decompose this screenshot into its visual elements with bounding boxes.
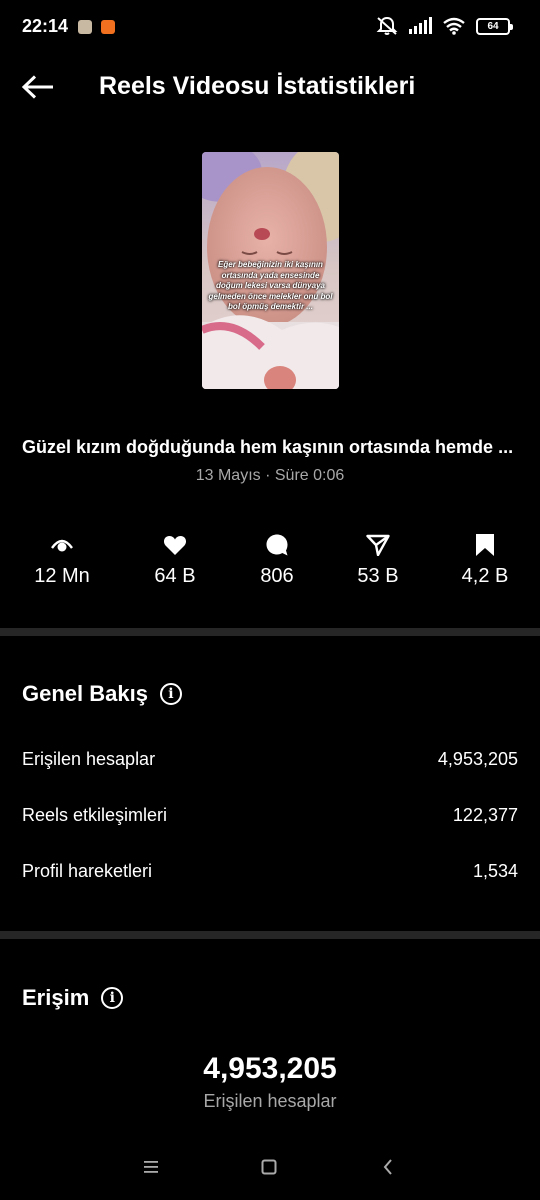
thumbnail-caption: Eğer bebeğinizin iki kaşının ortasında y… [208,260,333,311]
chevron-left-icon [383,1159,392,1175]
reel-meta: 13 Mayıs · Süre 0:06 [195,467,345,484]
home-button[interactable] [249,1152,289,1182]
overview-row[interactable]: Profil hareketleri 1,534 [22,857,518,885]
metric-value: 806 [260,565,294,587]
row-label: Reels etkileşimleri [22,804,168,825]
wifi-icon [443,17,465,35]
metric-saves: 4,2 B [435,532,535,588]
reel-caption: Güzel kızım doğduğunda hem kaşının ortas… [22,437,514,457]
status-bar: 22:14 64 [0,0,540,56]
arrow-left-icon [21,75,53,99]
notifications-muted-icon [376,16,398,35]
gallery-notification-icon [78,20,92,34]
system-back-button[interactable] [368,1152,408,1182]
metric-value: 64 B [154,565,196,587]
metric-value: 12 Mn [34,565,90,587]
row-value: 4,953,205 [437,748,518,769]
metric-value: 4,2 B [461,565,509,587]
bookmark-icon [476,534,494,556]
battery-icon: 64 [476,17,513,35]
reach-title-text: Erişim [22,985,90,1010]
header: Reels Videosu İstatistikleri [0,56,540,118]
reach-label: Erişilen hesaplar [203,1091,337,1111]
share-icon [366,534,390,556]
eye-icon [51,539,73,552]
row-label: Profil hareketleri [22,860,153,881]
row-value: 122,377 [452,804,518,825]
system-nav-bar [0,1134,540,1200]
section-divider [0,628,540,636]
metric-likes: 64 B [125,532,225,588]
reach-number: 4,953,205 [203,1052,337,1085]
back-button[interactable] [18,70,58,104]
overview-row[interactable]: Reels etkileşimleri 122,377 [22,801,518,829]
metric-views: 12 Mn [12,532,112,588]
reach-title: Erişim i [22,985,124,1011]
recents-button[interactable] [131,1152,171,1182]
home-square-icon [261,1159,277,1175]
overview-title-text: Genel Bakış [22,681,148,706]
section-divider [0,931,540,939]
signal-icon [409,17,432,34]
engagement-metrics: 12 Mn 64 B 806 53 B 4,2 B [0,532,540,592]
row-value: 1,534 [472,860,518,881]
overview-title: Genel Bakış i [22,681,182,707]
metric-comments: 806 [227,532,327,588]
row-label: Erişilen hesaplar [22,748,156,769]
heart-icon [163,536,187,555]
reel-thumbnail[interactable]: Eğer bebeğinizin iki kaşının ortasında y… [202,152,339,389]
menu-icon [144,1161,158,1173]
app-notification-icon [101,20,115,34]
status-icons: 64 [376,16,513,36]
battery-level: 64 [487,20,499,32]
comment-icon [266,534,288,556]
status-time: 22:14 [22,16,69,36]
info-icon[interactable]: i [159,683,182,705]
page-title: Reels Videosu İstatistikleri [99,72,416,100]
overview-row[interactable]: Erişilen hesaplar 4,953,205 [22,745,518,773]
metric-value: 53 B [357,565,399,587]
info-icon[interactable]: i [101,987,124,1009]
metric-shares: 53 B [328,532,428,588]
